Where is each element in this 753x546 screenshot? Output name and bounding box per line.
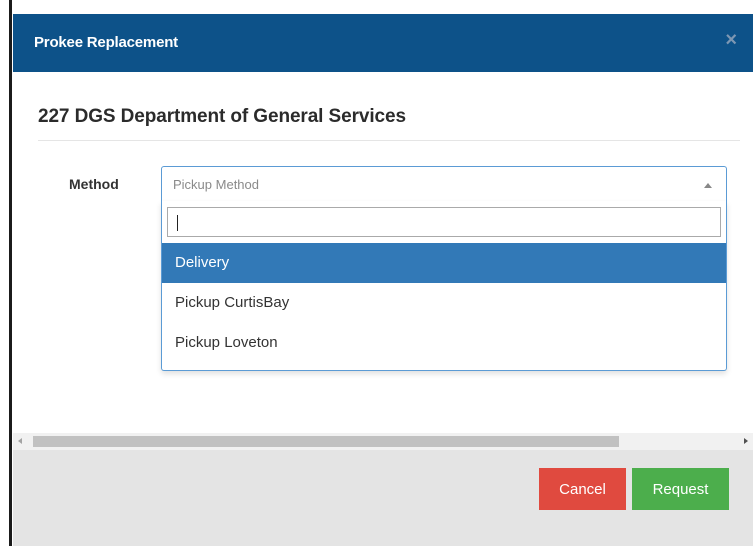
option-delivery[interactable]: Delivery xyxy=(162,243,726,283)
method-label: Method xyxy=(69,176,119,192)
scrollbar-thumb[interactable] xyxy=(33,436,619,447)
caret-up-icon xyxy=(704,183,712,188)
request-button[interactable]: Request xyxy=(632,468,729,510)
background-edge-bar xyxy=(9,0,12,546)
modal-title: Prokee Replacement xyxy=(34,34,178,51)
option-pickup-curtisbay[interactable]: Pickup CurtisBay xyxy=(162,283,726,323)
background-edge xyxy=(0,0,14,546)
department-title: 227 DGS Department of General Services xyxy=(38,106,406,127)
screen: Prokee Replacement × 227 DGS Department … xyxy=(0,0,753,546)
close-icon[interactable]: × xyxy=(725,30,737,50)
method-select-placeholder: Pickup Method xyxy=(173,177,259,192)
cancel-button[interactable]: Cancel xyxy=(539,468,626,510)
modal-header: Prokee Replacement × xyxy=(13,14,753,72)
scroll-right-arrow-icon[interactable] xyxy=(744,438,748,444)
text-cursor xyxy=(177,215,178,231)
title-divider xyxy=(38,140,740,141)
option-pickup-loveton[interactable]: Pickup Loveton xyxy=(162,323,726,363)
scroll-left-arrow-icon[interactable] xyxy=(18,438,22,444)
dropdown-search-input[interactable] xyxy=(167,207,721,237)
method-dropdown: Delivery Pickup CurtisBay Pickup Loveton xyxy=(161,201,727,371)
horizontal-scrollbar[interactable] xyxy=(13,433,753,450)
dropdown-options: Delivery Pickup CurtisBay Pickup Loveton xyxy=(162,243,726,363)
modal-footer: Cancel Request xyxy=(13,450,753,546)
method-select[interactable]: Pickup Method xyxy=(161,166,727,202)
modal-dialog: Prokee Replacement × 227 DGS Department … xyxy=(13,14,753,546)
